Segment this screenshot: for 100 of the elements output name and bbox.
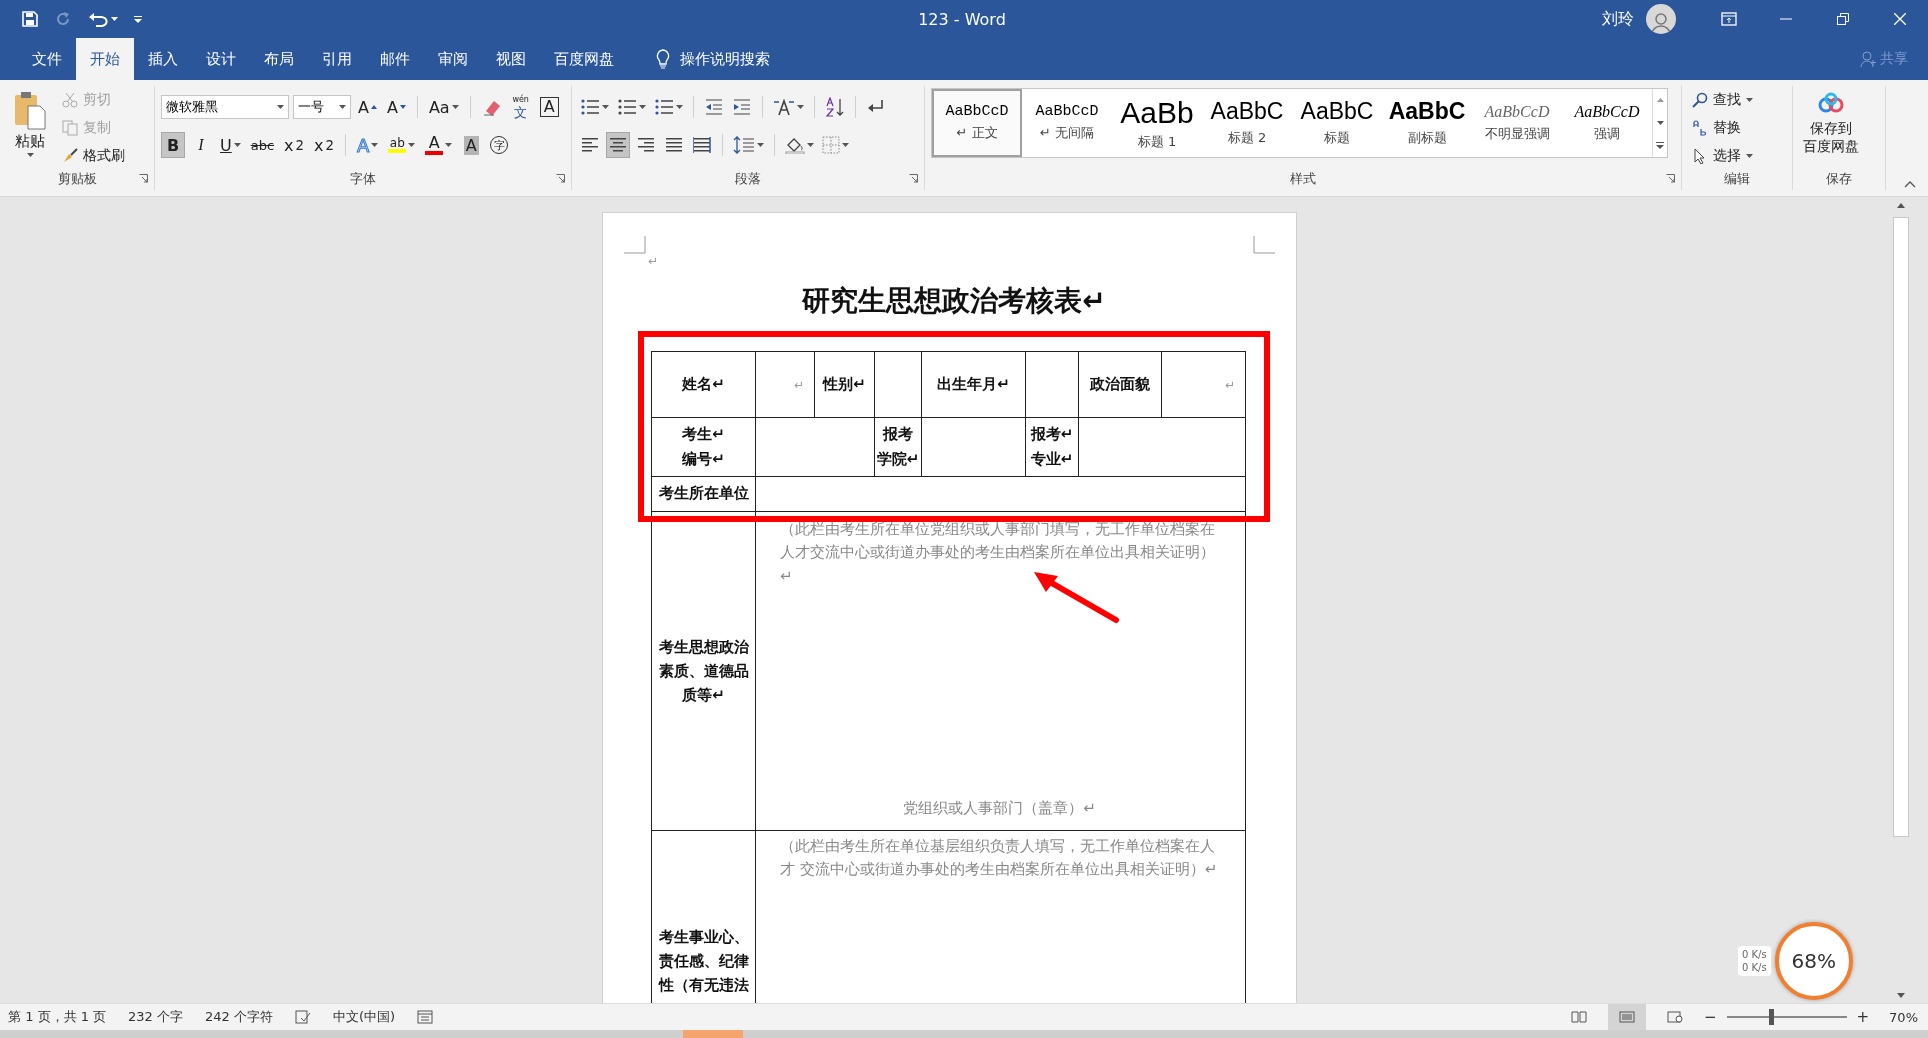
format-painter-button[interactable]: 格式刷 — [62, 144, 125, 168]
tell-me-field[interactable]: 操作说明搜索 — [680, 50, 800, 68]
change-case-button[interactable]: Aa — [425, 94, 462, 120]
word-count[interactable]: 232 个字 — [128, 1008, 184, 1026]
caret-icon — [676, 105, 683, 109]
collapse-ribbon-button[interactable] — [1904, 181, 1916, 188]
redo-icon — [54, 10, 72, 28]
caret-down-icon — [1897, 992, 1905, 998]
bold-button[interactable]: B — [161, 132, 185, 158]
save-to-cloud-button[interactable]: 保存到 百度网盘 — [1799, 86, 1863, 168]
scissors-icon — [62, 92, 78, 108]
language[interactable]: 中文(中国) — [333, 1008, 396, 1026]
font-name-field[interactable]: 微软雅黑 — [161, 95, 289, 119]
ribbon-tab[interactable]: 视图 — [482, 38, 540, 80]
margin-corner-icon — [624, 236, 646, 254]
table-cell: 考生所在单位 — [651, 476, 756, 512]
table-cell: 性别↵ — [814, 351, 875, 418]
caret-down-icon — [399, 105, 406, 109]
caret-icon — [757, 143, 764, 147]
style-option[interactable]: AaBbCcD 不明显强调 — [1472, 89, 1562, 157]
dialog-launcher-icon[interactable] — [556, 174, 565, 183]
phonetic-guide-button[interactable]: wén 文 — [508, 94, 533, 120]
find-button[interactable]: 查找 — [1692, 88, 1753, 112]
line-spacing-icon — [733, 136, 755, 154]
cloud-icon — [1817, 92, 1845, 114]
dialog-launcher-icon[interactable] — [1666, 174, 1675, 183]
ribbon-display-icon — [1720, 12, 1737, 26]
style-option[interactable]: AaBbC 标题 — [1292, 89, 1382, 157]
italic-button[interactable]: I — [189, 132, 213, 158]
caret-icon — [1746, 154, 1753, 158]
style-option[interactable]: AaBbCcD ↵ 正文 — [932, 89, 1022, 157]
caret-icon — [639, 105, 646, 109]
zoom-out-button[interactable]: − — [1703, 1008, 1717, 1026]
table-cell: 考生思想政治素质、道德品质等↵ — [651, 511, 756, 831]
caret-icon — [1746, 98, 1753, 102]
align-button[interactable] — [606, 132, 630, 158]
proofing-icon — [295, 1010, 311, 1024]
style-option[interactable]: AaBbCcD 强调 — [1562, 89, 1652, 157]
grow-font-button[interactable]: A — [355, 94, 380, 120]
style-option[interactable]: AaBbCcD ↵ 无间隔 — [1022, 89, 1112, 157]
ribbon-tab[interactable]: 文件 — [18, 38, 76, 80]
save-button[interactable] — [22, 11, 38, 27]
replace-button[interactable]: 替换 — [1692, 116, 1753, 140]
caret-up-icon — [1897, 202, 1905, 208]
caret-icon — [445, 143, 453, 147]
border-grid-icon — [822, 136, 840, 154]
align-right-icon — [637, 136, 655, 154]
ribbon-tab[interactable]: 审阅 — [424, 38, 482, 80]
character-shading-button[interactable]: A — [459, 132, 484, 158]
table-cell: 政治面貌 — [1078, 351, 1162, 418]
distributed-icon — [693, 136, 711, 154]
paste-button[interactable]: 粘贴 — [6, 86, 54, 168]
customize-toolbar-button[interactable] — [134, 15, 142, 23]
view-button[interactable] — [1607, 1004, 1646, 1030]
strikethrough-button[interactable]: abc — [247, 132, 278, 158]
undo-button[interactable] — [88, 11, 118, 27]
ribbon-tab[interactable]: 引用 — [308, 38, 366, 80]
ribbon-tab[interactable]: 邮件 — [366, 38, 424, 80]
font-size-field[interactable]: 一号 — [293, 95, 351, 119]
style-option[interactable]: AaBb 标题 1 — [1112, 89, 1202, 157]
select-button[interactable]: 选择 — [1692, 144, 1753, 168]
group-label: 保存 — [1826, 170, 1852, 188]
ribbon-tab[interactable]: 插入 — [134, 38, 192, 80]
style-option[interactable]: AaBbC 副标题 — [1382, 89, 1472, 157]
align-left-icon — [581, 136, 599, 154]
globe-page-icon — [1666, 1011, 1683, 1023]
ribbon-tab[interactable]: 布局 — [250, 38, 308, 80]
style-option[interactable]: AaBbC 标题 2 — [1202, 89, 1292, 157]
avatar[interactable] — [1646, 4, 1676, 34]
paragraph-mark: ↵ — [648, 254, 660, 268]
caret-icon — [233, 143, 241, 147]
font-color-button[interactable]: A — [422, 132, 456, 158]
paint-bucket-icon — [785, 136, 805, 154]
underline-button[interactable]: U — [217, 132, 244, 158]
scroll-thumb[interactable] — [1893, 217, 1909, 837]
dialog-launcher-icon[interactable] — [909, 174, 918, 183]
table-cell: 出生年月↵ — [921, 351, 1026, 418]
text-layout-icon — [773, 98, 795, 116]
caret-icon — [451, 105, 459, 109]
dialog-launcher-icon[interactable] — [139, 174, 148, 183]
minimize-icon — [1779, 18, 1792, 20]
lightbulb-icon — [656, 49, 670, 69]
zoom-percent[interactable]: 70% — [1889, 1009, 1918, 1025]
ribbon-tab[interactable]: 开始 — [76, 38, 134, 80]
memory-usage-ball[interactable]: 68% — [1774, 922, 1853, 1000]
upload-speed: 0 K/s — [1742, 948, 1767, 961]
highlight-button[interactable]: ab — [385, 132, 419, 158]
signature-line: 党组织或人事部门（盖章）↵ — [902, 799, 1097, 818]
paintbrush-icon — [62, 148, 78, 164]
sort-icon — [825, 97, 845, 117]
page-count[interactable]: 第 1 页，共 1 页 — [8, 1008, 107, 1026]
zoom-in-button[interactable]: + — [1856, 1008, 1870, 1026]
character-count: 242 个字符 — [205, 1008, 273, 1026]
shrink-font-button[interactable]: A — [383, 94, 409, 120]
ribbon-tab[interactable]: 百度网盘 — [540, 38, 628, 80]
page-layout-icon — [1618, 1011, 1635, 1023]
caret-icon — [807, 143, 814, 147]
book-icon — [1570, 1011, 1587, 1023]
caret-down-icon — [1656, 121, 1664, 125]
ribbon-tab[interactable]: 设计 — [192, 38, 250, 80]
